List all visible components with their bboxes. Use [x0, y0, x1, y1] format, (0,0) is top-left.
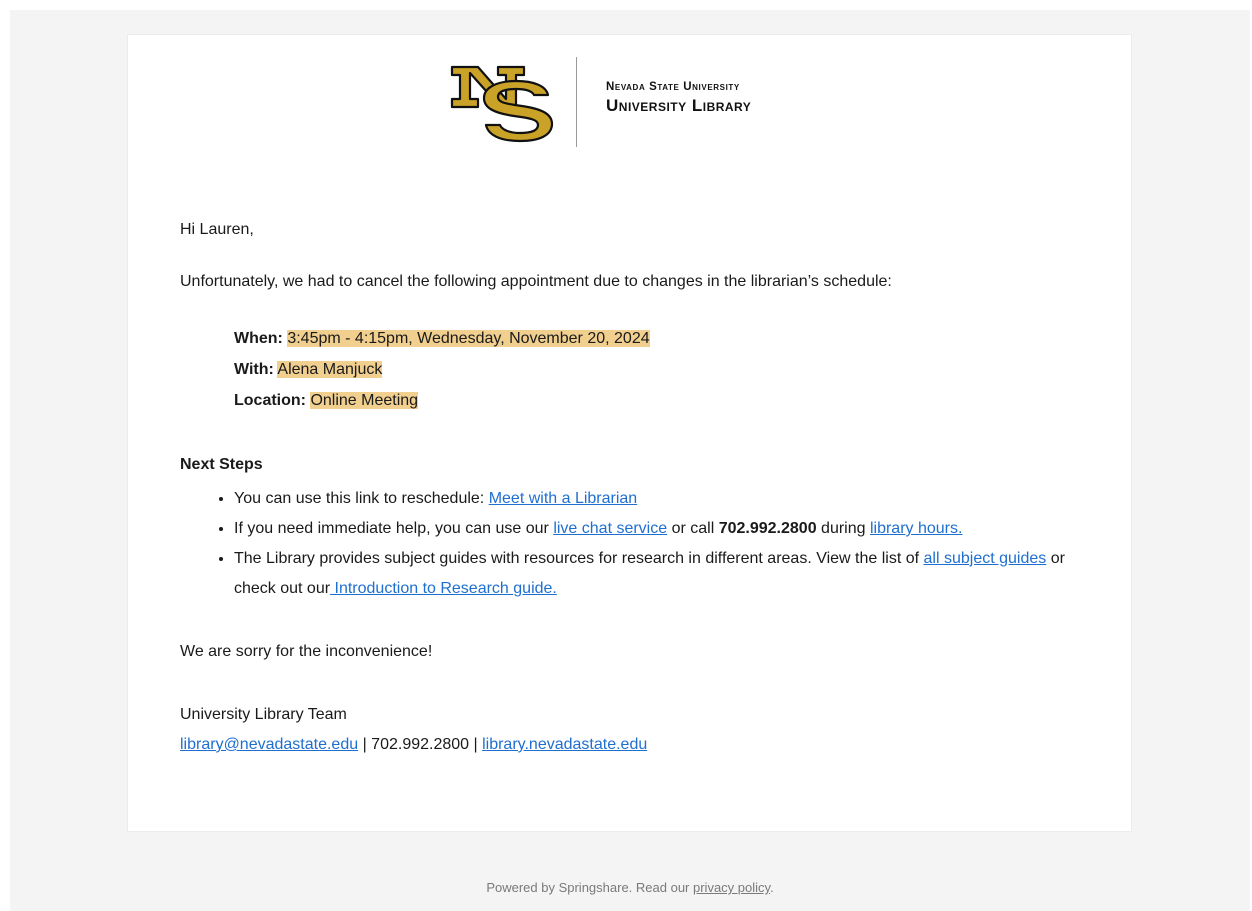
live-chat-link[interactable]: live chat service: [553, 520, 667, 537]
footer-period: .: [770, 880, 774, 895]
contact-line: library@nevadastate.edu | 702.992.2800 |…: [180, 730, 1100, 760]
apology-text: We are sorry for the inconvenience!: [180, 643, 433, 660]
email-footer: Powered by Springshare. Read our privacy…: [10, 880, 1250, 895]
detail-location: Location: Online Meeting: [234, 385, 1100, 416]
signature: University Library Team library@nevadast…: [180, 700, 1100, 760]
intro-text: Unfortunately, we had to cancel the foll…: [180, 273, 892, 290]
team-name: University Library Team: [180, 706, 347, 723]
library-website-link[interactable]: library.nevadastate.edu: [482, 736, 647, 753]
list-item-text: The Library provides subject guides with…: [234, 550, 924, 567]
library-hours-link[interactable]: library hours.: [870, 520, 962, 537]
greeting: Hi Lauren,: [180, 221, 254, 238]
detail-when: When: 3:45pm - 4:15pm, Wednesday, Novemb…: [234, 323, 1100, 354]
intro-research-link[interactable]: Introduction to Research guide.: [330, 580, 557, 597]
footer-text: Powered by Springshare. Read our: [486, 880, 693, 895]
list-item: If you need immediate help, you can use …: [234, 514, 1100, 544]
list-item: You can use this link to reschedule: Mee…: [234, 484, 1100, 514]
email-card: Nevada State University University Libra…: [127, 34, 1132, 832]
privacy-policy-link[interactable]: privacy policy: [693, 880, 770, 895]
appointment-details: When: 3:45pm - 4:15pm, Wednesday, Novemb…: [180, 323, 1100, 416]
list-item: The Library provides subject guides with…: [234, 544, 1100, 604]
with-value: Alena Manjuck: [277, 361, 383, 378]
list-item-text: If you need immediate help, you can use …: [234, 520, 554, 537]
library-name: University Library: [606, 96, 752, 115]
location-label: Location:: [234, 392, 306, 409]
email-background: Nevada State University University Libra…: [10, 10, 1250, 911]
with-label: With:: [234, 361, 274, 378]
next-steps-list: You can use this link to reschedule: Mee…: [180, 484, 1100, 604]
when-value: 3:45pm - 4:15pm, Wednesday, November 20,…: [287, 330, 650, 347]
when-label: When:: [234, 330, 283, 347]
header-divider: [576, 57, 577, 147]
next-steps-title: Next Steps: [180, 456, 263, 473]
ns-monogram-icon: [450, 65, 554, 143]
list-item-text: or call: [667, 520, 719, 537]
subject-guides-link[interactable]: all subject guides: [924, 550, 1047, 567]
list-item-text: during: [816, 520, 870, 537]
phone-number: 702.992.2800: [718, 520, 817, 537]
detail-with: With: Alena Manjuck: [234, 354, 1100, 385]
meet-librarian-link[interactable]: Meet with a Librarian: [489, 490, 638, 507]
email-body: Hi Lauren, Unfortunately, we had to canc…: [180, 219, 1100, 760]
location-value: Online Meeting: [310, 392, 419, 409]
email-header: Nevada State University University Libra…: [128, 57, 1131, 149]
university-name: Nevada State University: [606, 81, 740, 93]
library-wordmark: Nevada State University University Libra…: [606, 81, 751, 116]
contact-separator: | 702.992.2800 |: [358, 736, 483, 753]
list-item-text: You can use this link to reschedule:: [234, 490, 489, 507]
library-email-link[interactable]: library@nevadastate.edu: [180, 736, 358, 753]
